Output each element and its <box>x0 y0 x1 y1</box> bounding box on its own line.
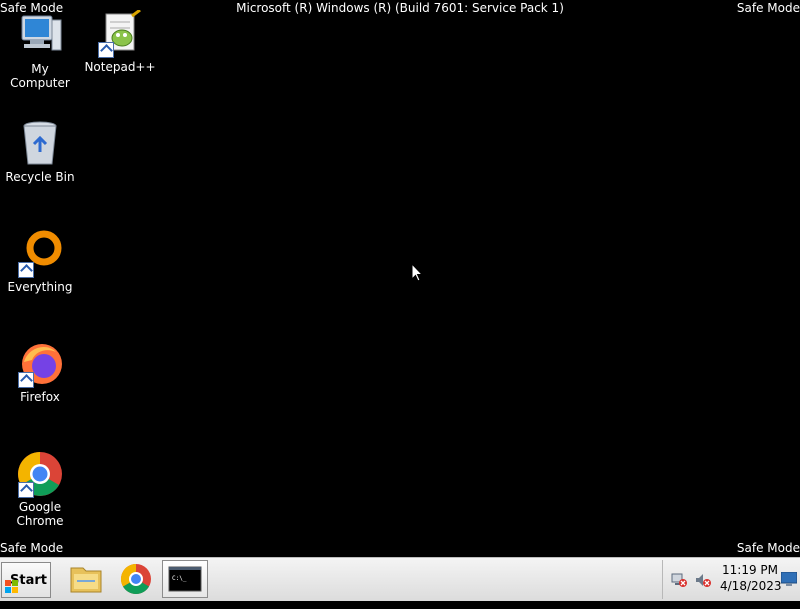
command-prompt-icon: C:\_ <box>168 566 202 592</box>
desktop-icon-google-chrome[interactable]: Google Chrome <box>0 450 80 528</box>
desktop-icon-everything[interactable]: Everything <box>0 230 80 294</box>
safe-mode-label-bottom-right: Safe Mode <box>736 541 800 555</box>
chrome-icon <box>16 450 64 498</box>
desktop-icon-label: My Computer <box>10 62 70 90</box>
network-disconnected-icon[interactable] <box>671 572 687 591</box>
start-button[interactable]: Start <box>1 562 51 598</box>
desktop-icon-firefox[interactable]: Firefox <box>0 340 80 404</box>
recycle-bin-icon <box>16 120 64 168</box>
shortcut-arrow-icon <box>18 372 34 388</box>
taskbar-command-prompt-button[interactable]: C:\_ <box>162 560 208 598</box>
desktop-icon-label: Firefox <box>20 390 60 404</box>
chrome-icon <box>120 564 151 595</box>
firefox-icon <box>16 340 64 388</box>
everything-search-icon <box>16 230 64 278</box>
volume-muted-icon[interactable] <box>695 572 711 591</box>
show-desktop-icon[interactable] <box>780 571 798 589</box>
shortcut-arrow-icon <box>98 42 114 58</box>
desktop-icon-notepad-plus-plus[interactable]: Notepad++ <box>80 8 160 74</box>
desktop-icon-label: Everything <box>7 280 73 294</box>
shortcut-arrow-icon <box>18 482 34 498</box>
windows-logo-icon <box>5 573 19 609</box>
file-explorer-icon <box>70 567 102 593</box>
clock-date: 4/18/2023 <box>720 579 782 593</box>
desktop-icon-recycle-bin[interactable]: Recycle Bin <box>0 120 80 184</box>
desktop-icon-label: Notepad++ <box>84 60 156 74</box>
computer-icon <box>16 12 64 60</box>
taskbar: Start C:\_ 11:19 PM 4/18/2023 <box>0 557 800 601</box>
desktop-icon-label: Google Chrome <box>16 500 64 528</box>
clock-time: 11:19 PM <box>722 563 778 577</box>
notepad-plus-plus-icon <box>96 8 144 58</box>
desktop-icon-label: Recycle Bin <box>5 170 75 184</box>
safe-mode-label-bottom-left: Safe Mode <box>0 541 64 555</box>
taskbar-file-explorer-button[interactable] <box>63 560 109 598</box>
clock[interactable]: 11:19 PM 4/18/2023 <box>720 562 782 594</box>
shortcut-arrow-icon <box>18 262 34 278</box>
mouse-cursor-icon <box>411 262 424 286</box>
desktop-icon-my-computer[interactable]: My Computer <box>0 12 80 90</box>
svg-text:C:\_: C:\_ <box>172 575 187 582</box>
taskbar-chrome-button[interactable] <box>113 560 159 598</box>
